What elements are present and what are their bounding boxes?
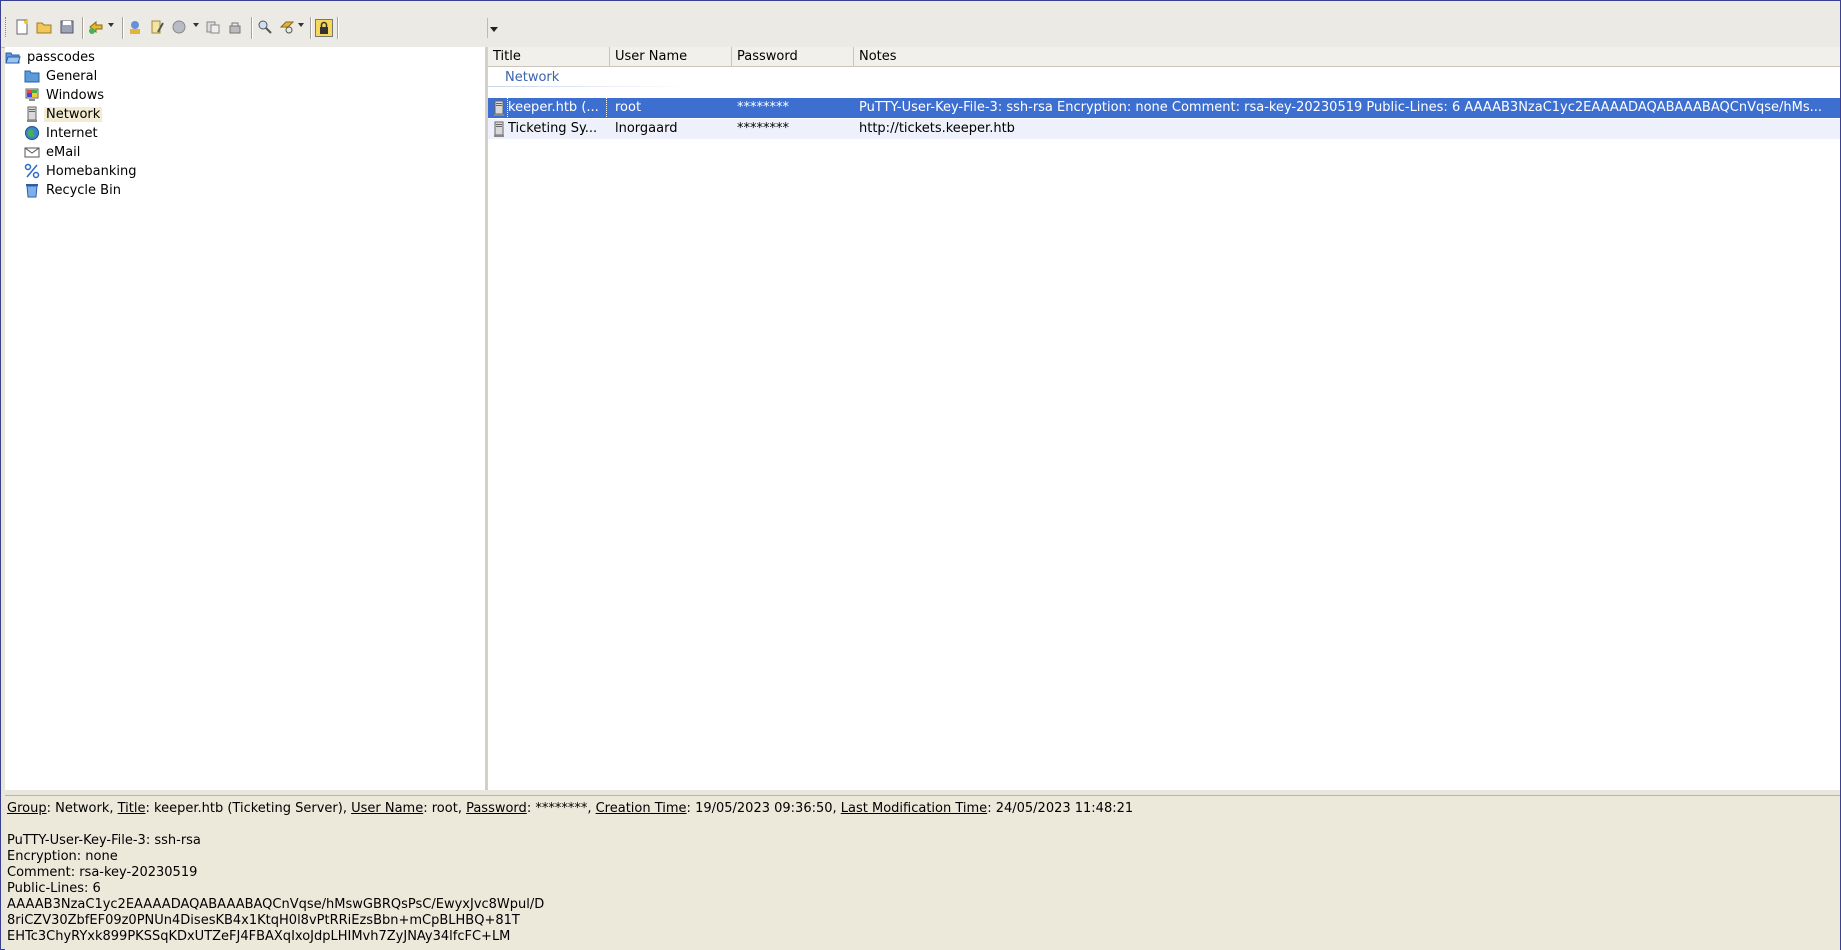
details-summary-line: Group: Network, Title: keeper.htb (Ticke… xyxy=(7,801,1134,816)
cell-password: ******** xyxy=(737,121,789,136)
details-notes-line: Public-Lines: 6 xyxy=(7,881,101,896)
details-group-value: Network xyxy=(55,801,110,816)
group-header-divider xyxy=(488,86,692,87)
new-database-icon[interactable] xyxy=(14,19,30,35)
delete-dropdown[interactable] xyxy=(193,23,199,27)
list-header: Title User Name Password Notes xyxy=(488,47,1840,67)
tree-item-network[interactable]: Network xyxy=(24,105,103,123)
column-header-notes[interactable]: Notes xyxy=(854,47,1840,66)
tree-item-label: Windows xyxy=(46,87,105,103)
details-password-value: ******** xyxy=(535,801,588,816)
tree-item-general[interactable]: General xyxy=(24,67,99,85)
details-password-link[interactable]: Password xyxy=(466,801,527,816)
windows-icon xyxy=(24,87,40,103)
details-creation-time-link[interactable]: Creation Time xyxy=(596,801,687,816)
details-notes-line: EHTc3ChyRYxk899PKSSqKDxUTZeFJ4FBAXqIxoJd… xyxy=(7,929,511,944)
quick-find-dropdown-button[interactable] xyxy=(487,18,500,38)
column-header-title[interactable]: Title xyxy=(488,47,610,66)
details-notes-line: PuTTY-User-Key-File-3: ssh-rsa xyxy=(7,833,201,848)
table-row[interactable]: Ticketing Sy... lnorgaard ******** http:… xyxy=(488,119,1840,139)
toolbar-separator xyxy=(82,17,84,39)
cell-title: Ticketing Sy... xyxy=(508,121,598,136)
toolbar-separator xyxy=(310,17,312,39)
entry-icon xyxy=(492,121,506,137)
copy-username-icon[interactable] xyxy=(205,19,221,35)
group-tree: passcodes General Windows Network Intern… xyxy=(5,47,488,790)
column-header-username[interactable]: User Name xyxy=(610,47,732,66)
details-notes-line: AAAAB3NzaC1yc2EAAAADAQABAAABAQCnVqse/hMs… xyxy=(7,897,545,912)
edit-icon[interactable] xyxy=(149,19,165,35)
save-icon[interactable] xyxy=(59,19,75,35)
tree-item-label: Internet xyxy=(46,125,98,141)
cell-notes: http://tickets.keeper.htb xyxy=(859,121,1015,136)
details-username-value: root xyxy=(431,801,458,816)
entry-icon xyxy=(492,100,506,116)
folder-icon xyxy=(24,68,40,84)
toolbar-grip[interactable] xyxy=(5,17,8,37)
cell-username: lnorgaard xyxy=(615,121,678,136)
network-icon xyxy=(24,106,40,122)
percent-icon xyxy=(24,163,40,179)
tree-item-label: eMail xyxy=(46,144,81,160)
details-notes-line: Comment: rsa-key-20230519 xyxy=(7,865,198,880)
details-group-link[interactable]: Group xyxy=(7,801,47,816)
table-row[interactable]: keeper.htb (... root ******** PuTTY-User… xyxy=(488,97,1840,119)
quick-find-input[interactable] xyxy=(340,15,490,41)
recycle-bin-icon xyxy=(24,182,40,198)
group-header-label: Network xyxy=(505,70,560,85)
add-entry-dropdown[interactable] xyxy=(108,23,114,27)
copy-password-icon[interactable] xyxy=(227,19,243,35)
tree-item-windows[interactable]: Windows xyxy=(24,86,106,104)
add-entry-icon[interactable] xyxy=(88,19,104,35)
toolbar-separator xyxy=(251,17,253,39)
toolbar-separator xyxy=(337,17,339,39)
tree-root-label: passcodes xyxy=(27,49,95,65)
quick-find-combo[interactable] xyxy=(340,15,500,41)
toolbar xyxy=(1,1,1840,48)
column-header-password[interactable]: Password xyxy=(732,47,854,66)
tree-item-label: Homebanking xyxy=(46,163,137,179)
toolbar-separator xyxy=(122,17,124,39)
cell-password: ******** xyxy=(737,100,789,115)
open-database-icon[interactable] xyxy=(36,19,52,35)
details-modification-time-link[interactable]: Last Modification Time xyxy=(841,801,987,816)
entry-details-panel: Group: Network, Title: keeper.htb (Ticke… xyxy=(5,795,1840,950)
tree-item-homebanking[interactable]: Homebanking xyxy=(24,162,138,180)
tree-item-label: Network xyxy=(44,106,103,122)
cell-title: keeper.htb (... xyxy=(507,97,607,119)
entry-list: Title User Name Password Notes Network k… xyxy=(488,47,1840,790)
details-title-value: keeper.htb (Ticketing Server) xyxy=(154,801,343,816)
open-folder-icon xyxy=(5,49,21,65)
details-username-link[interactable]: User Name xyxy=(351,801,423,816)
details-notes-line: Encryption: none xyxy=(7,849,118,864)
details-creation-time-value: 19/05/2023 09:36:50 xyxy=(695,801,833,816)
search-icon[interactable] xyxy=(257,19,273,35)
tree-item-email[interactable]: eMail xyxy=(24,143,82,161)
add-group-icon[interactable] xyxy=(127,19,143,35)
details-modification-time-value: 24/05/2023 11:48:21 xyxy=(995,801,1134,816)
find-icon[interactable] xyxy=(279,19,295,35)
globe-icon xyxy=(24,125,40,141)
tree-item-internet[interactable]: Internet xyxy=(24,124,100,142)
details-notes-line: 8riCZV30ZbfEF09z0PNUn4DisesKB4x1KtqH0l8v… xyxy=(7,913,520,928)
lock-icon[interactable] xyxy=(315,19,333,37)
cell-username: root xyxy=(615,100,642,115)
tree-item-label: Recycle Bin xyxy=(46,182,121,198)
tree-item-label: General xyxy=(46,68,98,84)
tree-root[interactable]: passcodes xyxy=(5,48,97,66)
find-dropdown[interactable] xyxy=(298,23,304,27)
details-title-link[interactable]: Title xyxy=(118,801,146,816)
tree-item-recycle-bin[interactable]: Recycle Bin xyxy=(24,181,123,199)
email-icon xyxy=(24,144,40,160)
cell-notes: PuTTY-User-Key-File-3: ssh-rsa Encryptio… xyxy=(859,100,1822,115)
delete-icon[interactable] xyxy=(171,19,187,35)
